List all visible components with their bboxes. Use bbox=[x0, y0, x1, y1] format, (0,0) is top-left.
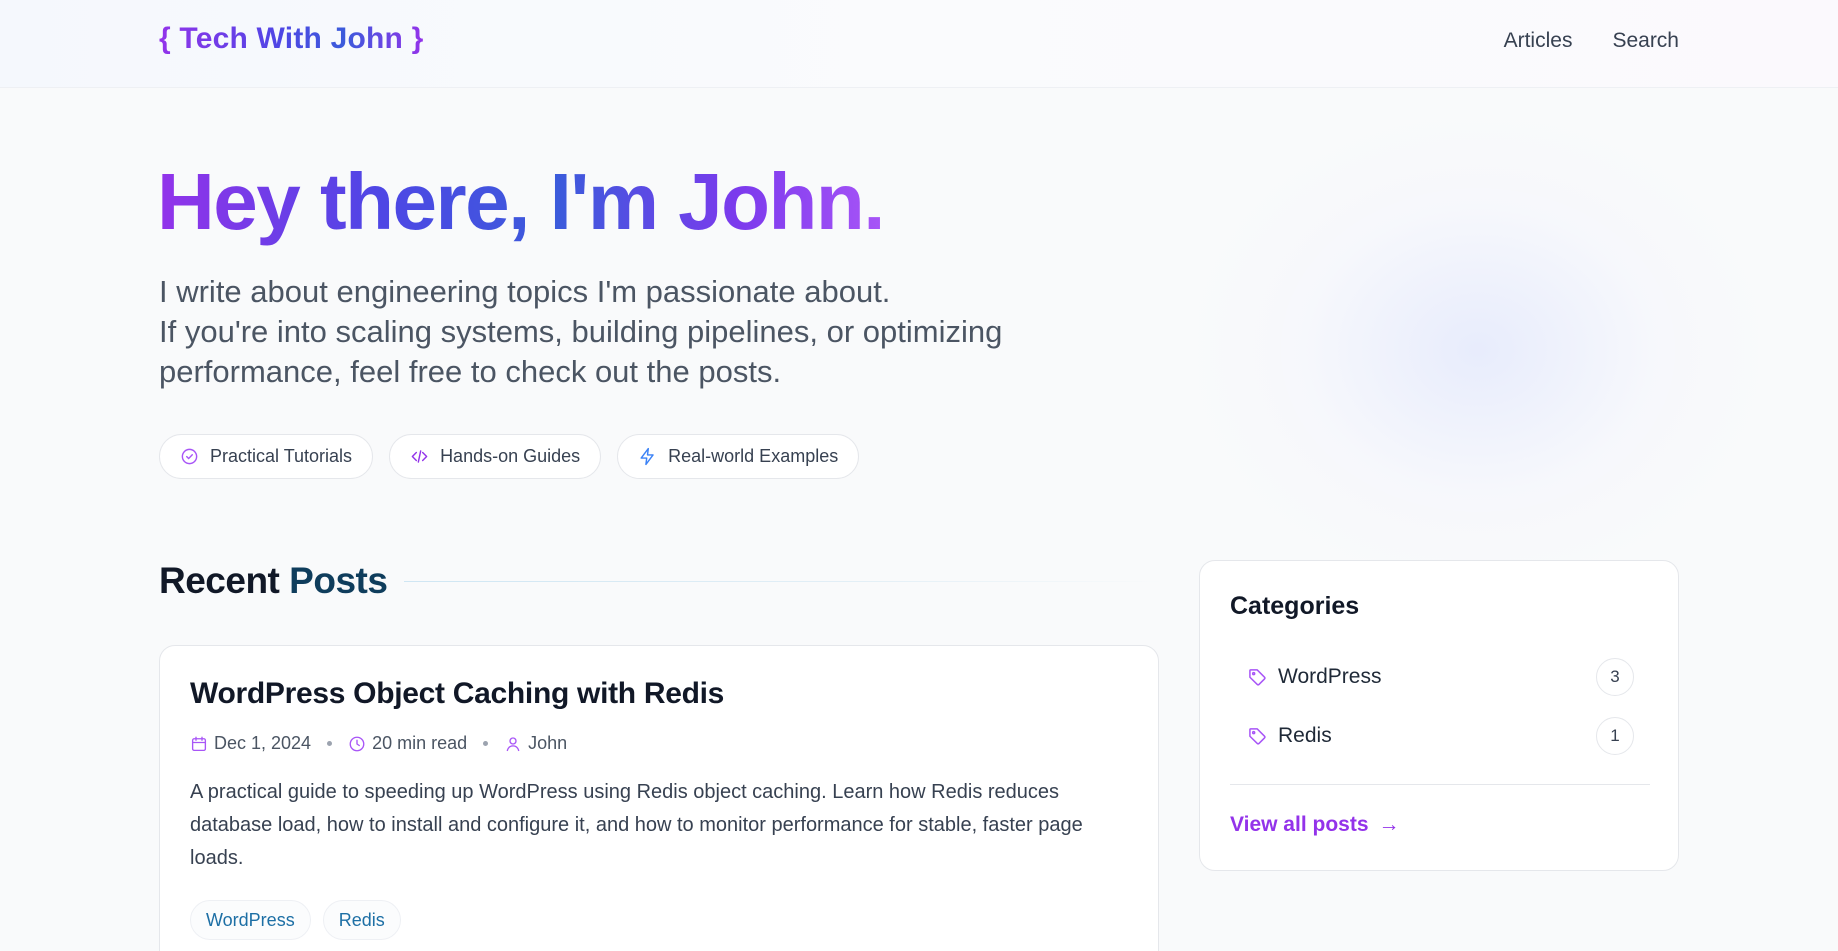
view-all-label: View all posts bbox=[1230, 813, 1369, 836]
nav-search[interactable]: Search bbox=[1612, 29, 1679, 53]
pill-hands-on-guides: Hands-on Guides bbox=[389, 434, 602, 479]
arrow-right-icon: → bbox=[1378, 813, 1400, 836]
meta-separator bbox=[483, 741, 489, 746]
heading-word: Posts bbox=[289, 560, 388, 601]
pill-real-world-examples: Real-world Examples bbox=[617, 434, 860, 479]
post-excerpt: A practical guide to speeding up WordPre… bbox=[190, 781, 1083, 869]
hero-subtitle-line: performance, feel free to check out the … bbox=[159, 354, 782, 389]
post-date-text: Dec 1, 2024 bbox=[214, 733, 312, 753]
calendar-icon bbox=[191, 736, 207, 751]
hero-subtitle: I write about engineering topics I'm pas… bbox=[159, 272, 1059, 392]
tag-icon bbox=[1249, 669, 1266, 686]
post-tags: WordPress Redis bbox=[190, 900, 401, 940]
post-card[interactable]: WordPress Object Caching with Redis Dec … bbox=[159, 645, 1159, 951]
site-header: { Tech With John } Articles Search bbox=[0, 0, 1838, 88]
nav-articles[interactable]: Articles bbox=[1504, 29, 1573, 53]
section-divider bbox=[404, 581, 1164, 582]
pill-practical-tutorials: Practical Tutorials bbox=[159, 434, 374, 479]
categories-card: Categories WordPress 3 Redis 1 View all … bbox=[1199, 560, 1679, 871]
clock-icon bbox=[349, 736, 365, 751]
pill-label: Practical Tutorials bbox=[210, 446, 353, 466]
lightning-icon bbox=[640, 447, 654, 466]
pill-label: Real-world Examples bbox=[668, 446, 839, 466]
heading-word: Recent bbox=[159, 560, 280, 601]
recent-posts-heading: Recent Posts bbox=[159, 560, 388, 602]
post-author: John bbox=[504, 733, 567, 754]
tag-redis[interactable]: Redis bbox=[322, 900, 401, 940]
background-glow bbox=[1198, 120, 1758, 580]
main-nav: Articles Search bbox=[1504, 29, 1679, 53]
category-item-redis[interactable]: Redis 1 bbox=[1230, 716, 1650, 756]
category-item-wordpress[interactable]: WordPress 3 bbox=[1230, 657, 1650, 697]
tag-icon bbox=[1249, 728, 1266, 745]
site-logo[interactable]: { Tech With John } bbox=[159, 22, 423, 56]
feature-pills: Practical Tutorials Hands-on Guides Real… bbox=[159, 434, 860, 479]
hero-title: Hey there, I'm John. bbox=[157, 157, 886, 246]
post-read-time: 20 min read bbox=[348, 733, 467, 754]
post-author-text: John bbox=[528, 733, 568, 753]
category-count: 3 bbox=[1596, 658, 1634, 696]
categories-title: Categories bbox=[1230, 592, 1360, 620]
category-name: WordPress bbox=[1278, 665, 1382, 688]
category-count: 1 bbox=[1596, 717, 1634, 755]
view-all-posts-link[interactable]: View all posts → bbox=[1230, 813, 1400, 837]
user-icon bbox=[506, 736, 520, 751]
hero-subtitle-line: I write about engineering topics I'm pas… bbox=[159, 274, 891, 309]
post-date: Dec 1, 2024 bbox=[190, 733, 311, 754]
tag-wordpress[interactable]: WordPress bbox=[190, 900, 311, 940]
hero-subtitle-line: If you're into scaling systems, building… bbox=[159, 314, 1003, 349]
code-icon bbox=[411, 450, 428, 463]
post-meta: Dec 1, 2024 20 min read John bbox=[190, 733, 567, 754]
categories-divider bbox=[1230, 784, 1650, 785]
meta-separator bbox=[327, 741, 333, 746]
post-title[interactable]: WordPress Object Caching with Redis bbox=[190, 677, 724, 711]
check-circle-icon bbox=[181, 448, 198, 465]
pill-label: Hands-on Guides bbox=[440, 446, 581, 466]
category-name: Redis bbox=[1278, 724, 1332, 747]
post-read-time-text: 20 min read bbox=[372, 733, 468, 753]
